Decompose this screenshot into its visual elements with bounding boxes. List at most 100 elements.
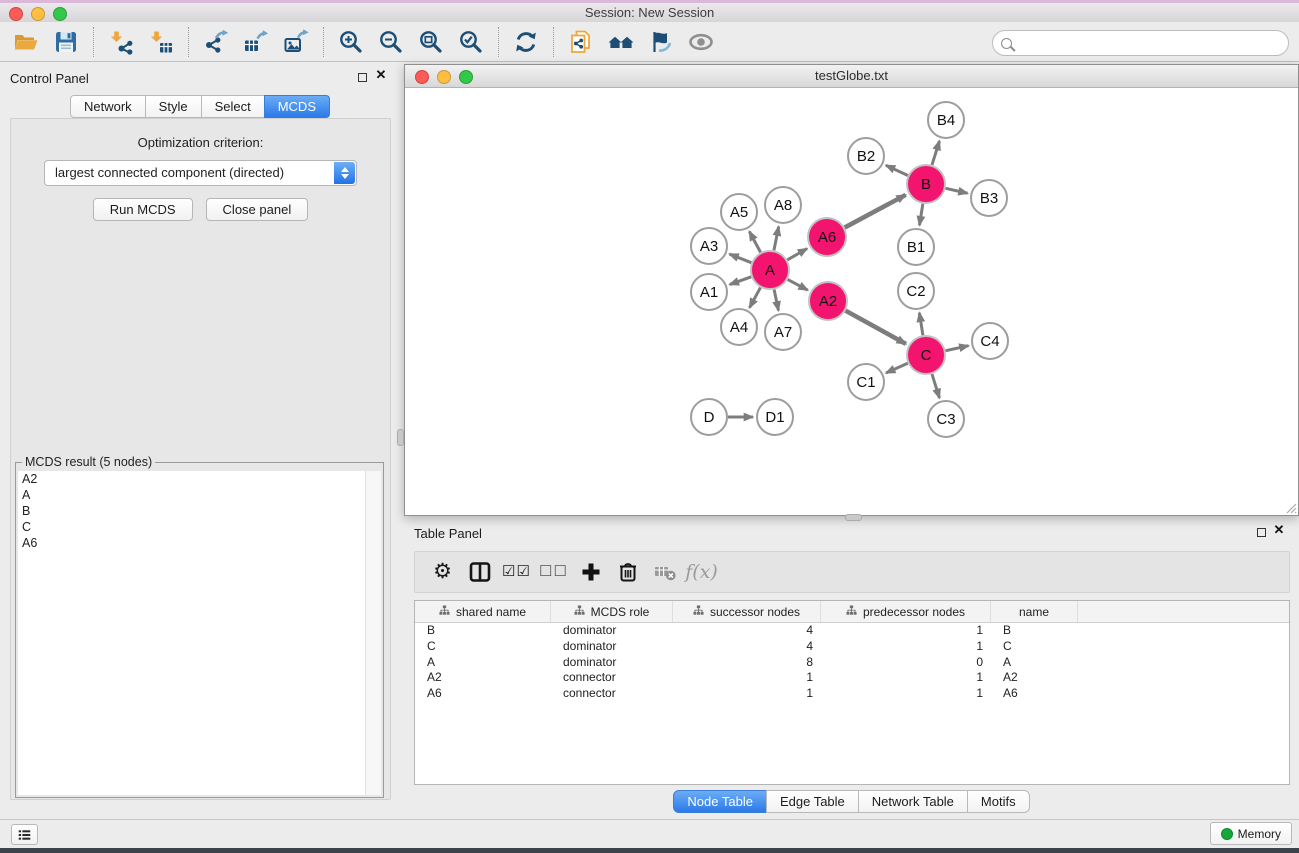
network-maximize-button[interactable] (459, 70, 473, 84)
export-network-button[interactable] (196, 25, 236, 59)
tab-node-table[interactable]: Node Table (673, 790, 767, 813)
node-A8[interactable]: A8 (765, 187, 801, 223)
table-cell[interactable]: 1 (821, 686, 991, 702)
tab-network-table[interactable]: Network Table (858, 790, 968, 813)
network-minimize-button[interactable] (437, 70, 451, 84)
close-window-button[interactable] (9, 7, 23, 21)
home-button[interactable] (601, 25, 641, 59)
network-close-button[interactable] (415, 70, 429, 84)
export-image-button[interactable] (276, 25, 316, 59)
table-cell[interactable]: B (415, 623, 551, 639)
mcds-result-item[interactable]: A6 (18, 535, 381, 551)
edge-B-B3[interactable] (946, 188, 968, 193)
edge-A-A3[interactable] (729, 254, 751, 263)
open-session-button[interactable] (6, 25, 46, 59)
export-table-button[interactable] (236, 25, 276, 59)
table-cell[interactable]: connector (551, 686, 673, 702)
table-cell[interactable]: 1 (673, 686, 821, 702)
node-A[interactable]: A (751, 251, 789, 289)
edge-C-C1[interactable] (886, 363, 908, 373)
trash-button[interactable] (609, 555, 646, 589)
node-B4[interactable]: B4 (928, 102, 964, 138)
node-C4[interactable]: C4 (972, 323, 1008, 359)
table-cell[interactable]: 1 (673, 670, 821, 686)
node-A4[interactable]: A4 (721, 309, 757, 345)
table-row[interactable]: Bdominator41B (415, 623, 1289, 639)
mcds-scrollbar[interactable] (365, 471, 381, 795)
add-button[interactable] (572, 555, 609, 589)
network-canvas[interactable]: B4B2BB3A8A5A6A3B1AA1C2A2A4A7C4CC1DD1C3 (405, 88, 1298, 515)
mcds-result-item[interactable]: A (18, 487, 381, 503)
node-B[interactable]: B (907, 165, 945, 203)
search-input[interactable] (1017, 33, 1288, 53)
table-cell[interactable]: A2 (991, 670, 1078, 686)
node-A1[interactable]: A1 (691, 274, 727, 310)
table-cell[interactable]: 0 (821, 655, 991, 671)
zoom-out-button[interactable] (371, 25, 411, 59)
edge-A-A6[interactable] (787, 249, 807, 260)
edge-A-A7[interactable] (774, 290, 778, 311)
new-network-from-selection-button[interactable] (561, 25, 601, 59)
table-cell[interactable]: A (415, 655, 551, 671)
edge-B-B2[interactable] (886, 165, 908, 175)
zoom-selected-button[interactable] (451, 25, 491, 59)
check-pair-button[interactable]: ☑☑ (498, 555, 535, 589)
table-cell[interactable]: 8 (673, 655, 821, 671)
node-A7[interactable]: A7 (765, 314, 801, 350)
table-cell[interactable]: connector (551, 670, 673, 686)
memory-button[interactable]: Memory (1210, 822, 1292, 845)
table-cell[interactable]: dominator (551, 655, 673, 671)
table-row[interactable]: Cdominator41C (415, 639, 1289, 655)
close-panel-button[interactable]: Close panel (206, 198, 309, 221)
table-cell[interactable]: A (991, 655, 1078, 671)
edge-A-A2[interactable] (788, 279, 808, 290)
tab-style[interactable]: Style (145, 95, 202, 118)
tab-edge-table[interactable]: Edge Table (766, 790, 859, 813)
control-panel-close-icon[interactable]: ✕ (374, 68, 388, 82)
columns-button[interactable] (461, 555, 498, 589)
column-header-name[interactable]: name (991, 601, 1078, 622)
node-C2[interactable]: C2 (898, 273, 934, 309)
node-D[interactable]: D (691, 399, 727, 435)
tab-motifs[interactable]: Motifs (967, 790, 1030, 813)
mcds-result-item[interactable]: B (18, 503, 381, 519)
node-C[interactable]: C (907, 336, 945, 374)
edge-C-C4[interactable] (946, 346, 969, 351)
network-window-titlebar[interactable]: testGlobe.txt (405, 65, 1298, 88)
node-C1[interactable]: C1 (848, 364, 884, 400)
show-graphics-details-button[interactable] (681, 25, 721, 59)
search-field[interactable] (992, 30, 1289, 56)
table-cell[interactable]: A6 (991, 686, 1078, 702)
node-B3[interactable]: B3 (971, 180, 1007, 216)
edge-A-A4[interactable] (750, 288, 761, 308)
edge-A-A1[interactable] (730, 277, 751, 285)
run-mcds-button[interactable]: Run MCDS (93, 198, 193, 221)
import-network-button[interactable] (101, 25, 141, 59)
edge-A6-B[interactable] (845, 195, 906, 228)
edge-C-C2[interactable] (919, 313, 923, 336)
table-cell[interactable]: 4 (673, 623, 821, 639)
table-cell[interactable]: 1 (821, 670, 991, 686)
table-cell[interactable]: C (415, 639, 551, 655)
column-header-successor-nodes[interactable]: successor nodes (673, 601, 821, 622)
mcds-result-list[interactable]: A2ABCA6 (18, 471, 381, 795)
hide-panel-button[interactable] (641, 25, 681, 59)
edge-C-C3[interactable] (932, 374, 939, 398)
table-row[interactable]: A2connector11A2 (415, 670, 1289, 686)
node-B1[interactable]: B1 (898, 229, 934, 265)
node-B2[interactable]: B2 (848, 138, 884, 174)
mcds-result-item[interactable]: A2 (18, 471, 381, 487)
tab-network[interactable]: Network (70, 95, 146, 118)
gear-button[interactable]: ⚙ (424, 555, 461, 589)
node-A6[interactable]: A6 (808, 218, 846, 256)
edge-A2-C[interactable] (846, 311, 906, 344)
uncheck-pair-button[interactable]: ☐☐ (535, 555, 572, 589)
edge-B-B4[interactable] (932, 141, 939, 165)
mcds-result-item[interactable]: C (18, 519, 381, 535)
refresh-layout-button[interactable] (506, 25, 546, 59)
column-header-MCDS-role[interactable]: MCDS role (551, 601, 673, 622)
edge-A-A5[interactable] (749, 231, 760, 252)
table-cell[interactable]: C (991, 639, 1078, 655)
table-cell[interactable]: A6 (415, 686, 551, 702)
edge-B-B1[interactable] (919, 204, 922, 226)
